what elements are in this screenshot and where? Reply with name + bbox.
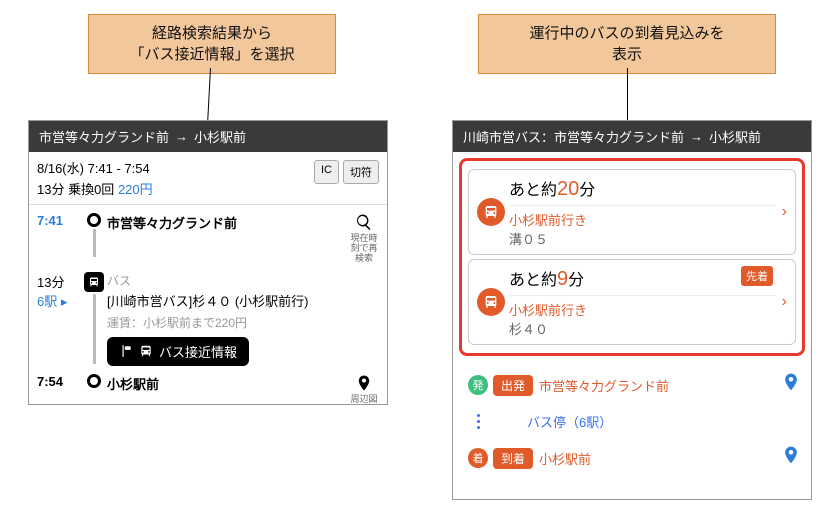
- search-again-label: 現在時刻で再検索: [349, 234, 379, 264]
- arrive-badge-icon: 着: [468, 448, 488, 468]
- intermediate-stops-label: バス停（6駅）: [527, 412, 612, 431]
- annotation-text: 「バス接近情報」を選択: [107, 44, 317, 65]
- bus-icon: [477, 288, 505, 316]
- eta-minutes: 9: [557, 268, 568, 290]
- arrow-icon: →: [690, 129, 703, 144]
- segment-duration: 13分: [37, 275, 64, 290]
- eta-suffix: 分: [568, 272, 584, 289]
- ic-badge[interactable]: IC: [314, 160, 339, 184]
- depart-pill: 出発: [493, 375, 533, 396]
- arrival-dest: 小杉駅前行き: [509, 300, 776, 319]
- arrive-name: 小杉駅前: [107, 377, 159, 392]
- depart-stop-name: 市営等々力グランド前: [539, 376, 669, 395]
- summary-fare: 220円: [118, 182, 153, 197]
- header-from: 市営等々力グランド前: [554, 127, 684, 146]
- dots-vertical-icon: [477, 410, 480, 433]
- arrival-route: 杉４０: [509, 319, 776, 338]
- map-button[interactable]: 周辺図: [349, 374, 379, 405]
- summary-duration: 13分 乗換0回: [37, 182, 114, 197]
- node-dot-icon: [87, 213, 101, 227]
- arrow-icon: →: [175, 129, 188, 144]
- intermediate-stops-row[interactable]: バス停（6駅）: [463, 404, 801, 439]
- bus-approach-button[interactable]: バス接近情報: [107, 337, 249, 366]
- depart-name: 市営等々力グランド前: [107, 216, 237, 231]
- annotation-right: 運行中のバスの到着見込みを 表示: [478, 14, 776, 74]
- depart-time: 7:41: [37, 213, 81, 228]
- route-detail: 7:41 市営等々力グランド前 現在時刻で再検索 13分 6駅 ▸: [29, 205, 387, 417]
- ticket-badge[interactable]: 切符: [343, 160, 379, 184]
- eta-suffix: 分: [579, 182, 595, 199]
- header-operator: 川崎市営バス: [463, 127, 541, 146]
- stops-list: 発 出発 市営等々力グランド前 バス停（6駅） 着 到着 小杉駅前: [453, 362, 811, 487]
- arrive-time: 7:54: [37, 374, 81, 389]
- segment-row: 13分 6駅 ▸ バス [川崎市営バス]杉４０ (小杉駅前行) 運賃：小杉駅前ま…: [37, 268, 379, 370]
- segment-fare: 運賃：小杉駅前まで220円: [107, 314, 349, 331]
- eta-prefix: あと約: [509, 272, 557, 289]
- segment-stops-link[interactable]: 6駅 ▸: [37, 294, 67, 309]
- divider: [509, 295, 776, 296]
- arrival-dest: 小杉駅前行き: [509, 210, 776, 229]
- arrival-card[interactable]: あと約20分 小杉駅前行き 溝０５ ›: [468, 169, 796, 255]
- node-dot-icon: [87, 374, 101, 388]
- depart-row: 7:41 市営等々力グランド前 現在時刻で再検索: [37, 209, 379, 268]
- route-line-icon: [93, 294, 96, 364]
- bus-icon: [477, 198, 505, 226]
- first-arrival-tag: 先着: [741, 266, 773, 286]
- route-line-icon: [93, 229, 96, 257]
- route-header: 市営等々力グランド前 → 小杉駅前: [29, 121, 387, 152]
- annotation-text: 運行中のバスの到着見込みを: [497, 23, 757, 44]
- route-summary: 8/16(水) 7:41 - 7:54 13分 乗換0回 220円 IC 切符: [29, 152, 387, 205]
- annotation-left: 経路検索結果から 「バス接近情報」を選択: [88, 14, 336, 74]
- arrive-pill: 到着: [493, 448, 533, 469]
- annotation-text: 表示: [497, 44, 757, 65]
- arrival-route: 溝０５: [509, 229, 776, 248]
- chevron-right-icon: ›: [776, 176, 787, 248]
- bus-approach-label: バス接近情報: [159, 342, 237, 361]
- approach-header: 川崎市営バス ： 市営等々力グランド前 → 小杉駅前: [453, 121, 811, 152]
- bus-icon: [84, 272, 104, 292]
- header-to: 小杉駅前: [709, 127, 761, 146]
- annotation-text: 経路検索結果から: [107, 23, 317, 44]
- route-result-panel: 市営等々力グランド前 → 小杉駅前 8/16(水) 7:41 - 7:54 13…: [28, 120, 388, 405]
- arrive-row: 7:54 小杉駅前 周辺図: [37, 370, 379, 409]
- search-icon: [355, 213, 373, 231]
- arrival-card[interactable]: あと約9分 先着 小杉駅前行き 杉４０ ›: [468, 259, 796, 345]
- map-pin-button[interactable]: [781, 372, 801, 398]
- depart-stop-row: 発 出発 市営等々力グランド前: [463, 366, 801, 404]
- bus-icon: [139, 344, 153, 358]
- divider: [509, 205, 776, 206]
- segment-type: バス: [107, 272, 349, 289]
- map-label: 周辺図: [349, 395, 379, 405]
- depart-badge-icon: 発: [468, 375, 488, 395]
- arrive-stop-row: 着 到着 小杉駅前: [463, 439, 801, 477]
- chevron-right-icon: ›: [776, 266, 787, 338]
- arrivals-highlight-box: あと約20分 小杉駅前行き 溝０５ › あと約9分 先着 小杉駅: [459, 158, 805, 356]
- eta-prefix: あと約: [509, 182, 557, 199]
- search-again-button[interactable]: 現在時刻で再検索: [349, 213, 379, 264]
- route-header-to: 小杉駅前: [194, 127, 246, 146]
- bus-approach-panel: 川崎市営バス ： 市営等々力グランド前 → 小杉駅前 あと約20分 小杉駅前行き…: [452, 120, 812, 500]
- header-sep: ：: [541, 127, 554, 146]
- arrive-stop-name: 小杉駅前: [539, 449, 591, 468]
- map-pin-button[interactable]: [781, 445, 801, 471]
- route-header-from: 市営等々力グランド前: [39, 127, 169, 146]
- eta-minutes: 20: [557, 178, 579, 200]
- bus-stop-icon: [119, 344, 133, 358]
- segment-route: [川崎市営バス]杉４０ (小杉駅前行): [107, 291, 349, 310]
- pin-icon: [355, 374, 373, 392]
